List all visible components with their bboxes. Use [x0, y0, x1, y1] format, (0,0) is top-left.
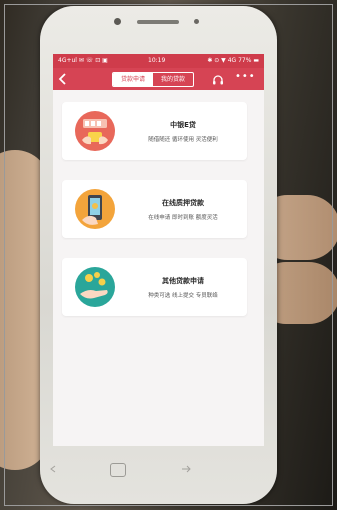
proximity-sensor: [194, 19, 199, 24]
earpiece: [137, 20, 179, 24]
loan-card-other-loans[interactable]: 其他贷款申请 种类可选 线上提交 专员联络: [62, 258, 247, 316]
more-button[interactable]: •••: [235, 71, 255, 85]
status-battery-icons: ✱ ⊙ ▼ 4G 77% ▬: [207, 57, 259, 64]
loan-card-online-pledge[interactable]: 在线质押贷款 在线申请 即时到账 额度灵活: [62, 180, 247, 238]
card-subtitle: 随借随还 循环使用 灵活便利: [148, 137, 218, 143]
home-key[interactable]: [110, 463, 126, 477]
phone-body: 4G+ul ✉ ☏ ⊡ ▣ 10:19 ✱ ⊙ ▼ 4G 77% ▬ 贷款申请 …: [40, 6, 277, 504]
status-bar: 4G+ul ✉ ☏ ⊡ ▣ 10:19 ✱ ⊙ ▼ 4G 77% ▬: [53, 54, 264, 68]
card-title: 其他贷款申请: [162, 277, 204, 285]
phone-screen: 4G+ul ✉ ☏ ⊡ ▣ 10:19 ✱ ⊙ ▼ 4G 77% ▬ 贷款申请 …: [53, 54, 264, 446]
front-camera: [114, 18, 121, 25]
loan-card-e-loan[interactable]: 中银E贷 随借随还 循环使用 灵活便利: [62, 102, 247, 160]
back-key-icon[interactable]: [48, 464, 58, 474]
tab-my-loans[interactable]: 我的贷款: [153, 73, 193, 86]
hands-with-cards-icon: [75, 111, 115, 151]
card-title: 中银E贷: [170, 121, 196, 129]
phone-hardware-keys: [13, 460, 224, 480]
loan-tabs: 贷款申请 我的贷款: [112, 72, 194, 87]
tab-loan-application[interactable]: 贷款申请: [113, 73, 153, 86]
card-subtitle: 种类可选 线上提交 专员联络: [148, 293, 218, 299]
photo-background: 4G+ul ✉ ☏ ⊡ ▣ 10:19 ✱ ⊙ ▼ 4G 77% ▬ 贷款申请 …: [0, 0, 337, 510]
headset-icon: [213, 75, 223, 85]
customer-service-button[interactable]: [211, 72, 225, 86]
phone-payment-icon: [75, 189, 115, 229]
menu-key-icon[interactable]: [181, 464, 191, 474]
status-signal-icons: 4G+ul ✉ ☏ ⊡ ▣: [58, 57, 108, 64]
card-subtitle: 在线申请 即时到账 额度灵活: [148, 215, 218, 221]
back-button[interactable]: [57, 72, 69, 86]
card-title: 在线质押贷款: [162, 199, 204, 207]
chevron-left-icon: [58, 73, 66, 85]
app-header: 贷款申请 我的贷款 •••: [53, 68, 264, 90]
status-time: 10:19: [148, 57, 166, 64]
coins-hand-icon: [75, 267, 115, 307]
